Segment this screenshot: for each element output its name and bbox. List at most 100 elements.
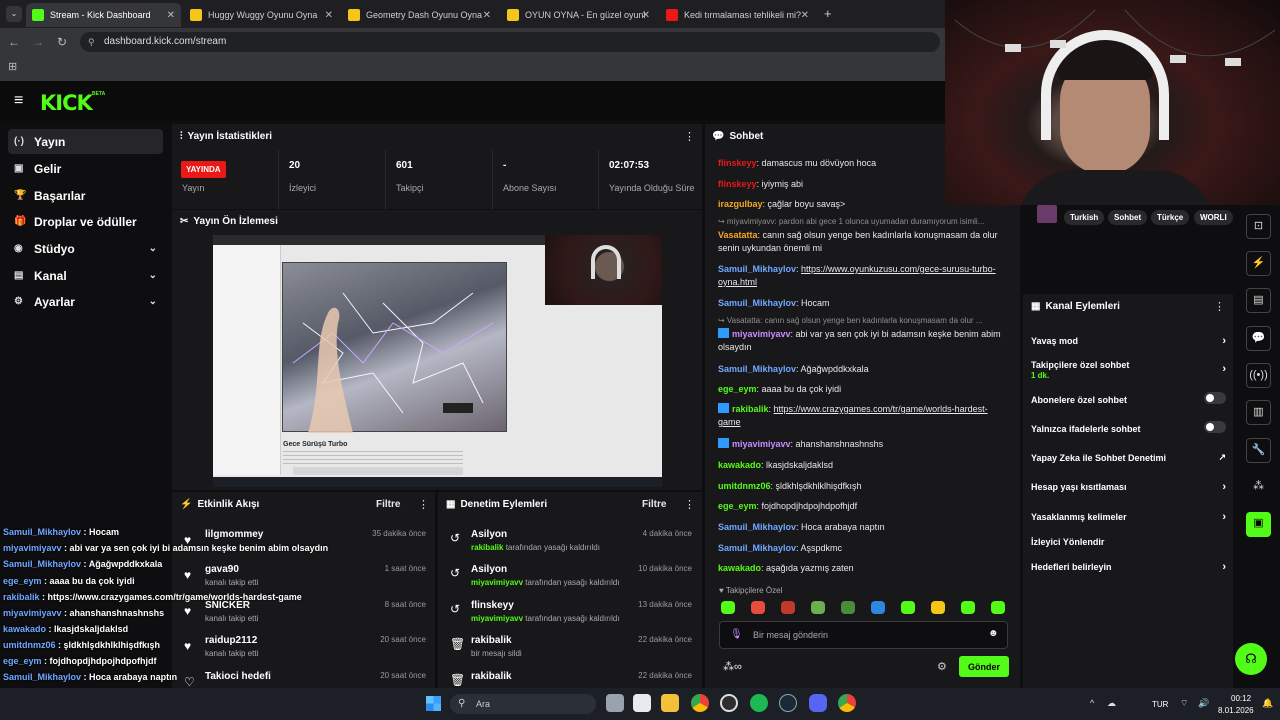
chat-username[interactable]: Samuil_Mikhaylov [718, 522, 796, 532]
channel-action-item[interactable]: Takipçilere özel sohbet 1 dk. › [1031, 360, 1226, 380]
channel-action-item[interactable]: İzleyici Yönlendir [1031, 537, 1226, 547]
emote-icon[interactable] [901, 601, 915, 614]
chat-username[interactable]: ege_eym [718, 501, 757, 511]
channel-action-item[interactable]: Hedefleri belirleyin › [1031, 561, 1226, 573]
channel-action-item[interactable]: Yapay Zeka ile Sohbet Denetimi ↗ [1031, 452, 1226, 463]
tab-close-icon[interactable]: ✕ [325, 10, 333, 21]
send-button[interactable]: Gönder [959, 656, 1009, 677]
activity-more-icon[interactable]: ⋮ [418, 498, 429, 511]
emote-icon[interactable] [751, 601, 765, 614]
emote-icon[interactable] [991, 601, 1005, 614]
tray-cloud-icon[interactable]: ☁ [1107, 698, 1116, 709]
forward-icon[interactable]: → [26, 35, 50, 49]
rail-stack-button[interactable]: ▥ [1246, 400, 1271, 425]
steam-icon[interactable] [779, 694, 797, 712]
tag-chip[interactable]: Türkçe [1151, 210, 1190, 225]
emote-icon[interactable] [841, 601, 855, 614]
chat-username[interactable]: ege_eym [718, 384, 757, 394]
tag-chip[interactable]: WORLI [1194, 210, 1233, 225]
rail-bolt-button[interactable]: ⚡ [1246, 251, 1271, 276]
channel-action-item[interactable]: Hesap yaşı kısıtlaması › [1031, 481, 1226, 493]
chevron-right-icon[interactable]: › [1222, 561, 1226, 573]
rail-wrench-button[interactable]: 🔧 [1246, 438, 1271, 463]
moderation-more-icon[interactable]: ⋮ [684, 498, 695, 511]
chat-username[interactable]: Samuil_Mikhaylov [718, 364, 796, 374]
chat-username[interactable]: miyavimiyavv [732, 439, 791, 449]
chrome-icon[interactable] [691, 694, 709, 712]
menu-icon[interactable]: ≡ [14, 92, 23, 110]
kick-logo[interactable]: KICK [40, 91, 93, 115]
xbox-icon[interactable] [720, 694, 738, 712]
browser-tab[interactable]: Stream - Kick Dashboard ✕ [26, 3, 181, 27]
stats-more-icon[interactable]: ⋮ [684, 130, 695, 143]
sidebar-item-studyo[interactable]: ◉ Stüdyo ⌄ [8, 236, 163, 261]
emote-icon[interactable] [721, 601, 735, 614]
browser-tab[interactable]: Kedi tırmalaması tehlikeli mi? Kı...✕ [660, 3, 815, 27]
chevron-down-icon[interactable]: ⌄ [149, 243, 157, 254]
tag-chip[interactable]: Sohbet [1108, 210, 1148, 225]
stream-preview-video[interactable]: Gece Sürüşü Turbo [213, 235, 662, 487]
chat-username[interactable]: flinskeyy [718, 158, 757, 168]
chat-input[interactable]: 🎙 Bir mesaj gönderin ☻ [719, 621, 1008, 649]
tab-close-icon[interactable]: ✕ [801, 10, 809, 21]
browser-tab[interactable]: OYUN OYNA - En güzel oyunlar ✕ [501, 3, 656, 27]
rail-game-button[interactable]: ▣ [1246, 512, 1271, 537]
mic-icon[interactable]: 🎙 [730, 629, 743, 640]
channel-actions-more-icon[interactable]: ⋮ [1214, 300, 1225, 313]
notification-bell-icon[interactable]: 🔔 [1262, 698, 1273, 709]
start-icon[interactable] [426, 696, 441, 711]
emote-icon[interactable] [811, 601, 825, 614]
toggle-switch[interactable] [1204, 392, 1226, 404]
tab-list-dropdown[interactable]: ⌄ [6, 6, 22, 22]
chat-username[interactable]: kawakado [718, 563, 761, 573]
chrome-active-icon[interactable] [838, 694, 856, 712]
rail-scan-button[interactable]: ⊡ [1246, 214, 1271, 239]
sidebar-item-ayarlar[interactable]: ⚙ Ayarlar ⌄ [8, 289, 163, 314]
emoji-icon[interactable]: ☻ [988, 628, 999, 639]
browser-tab[interactable]: Geometry Dash Oyunu Oyna ✕ [342, 3, 497, 27]
sidebar-item-yayin[interactable]: (·) Yayın [8, 129, 163, 154]
kick-points-icon[interactable]: ⁂∞ [723, 660, 742, 673]
chat-username[interactable]: Samuil_Mikhaylov [718, 543, 796, 553]
chat-settings-icon[interactable]: ⚙ [937, 660, 947, 673]
chat-username[interactable]: Samuil_Mikhaylov [718, 264, 796, 274]
site-info-icon[interactable]: ⚲ [88, 37, 95, 48]
emote-icon[interactable] [871, 601, 885, 614]
external-link-icon[interactable]: ↗ [1218, 452, 1226, 463]
chevron-down-icon[interactable]: ⌄ [149, 296, 157, 307]
volume-icon[interactable]: 🔊 [1198, 698, 1209, 709]
chevron-right-icon[interactable]: › [1222, 511, 1226, 523]
rail-dots-button[interactable]: ⁂ [1246, 475, 1271, 500]
sidebar-item-basarilar[interactable]: 🏆 Başarılar [8, 183, 163, 208]
sidebar-item-kanal[interactable]: ▤ Kanal ⌄ [8, 263, 163, 288]
browser-tab[interactable]: Huggy Wuggy Oyunu Oyna ✕ [184, 3, 339, 27]
channel-action-item[interactable]: Yasaklanmış kelimeler › [1031, 511, 1226, 523]
task-view-icon[interactable] [606, 694, 624, 712]
reload-icon[interactable]: ↻ [50, 35, 74, 49]
wifi-icon[interactable]: ⌔ [1180, 698, 1188, 709]
tab-close-icon[interactable]: ✕ [642, 10, 650, 21]
emote-icon[interactable] [931, 601, 945, 614]
file-explorer-icon[interactable] [661, 694, 679, 712]
sidebar-item-gelir[interactable]: ▣ Gelir [8, 156, 163, 181]
chat-username[interactable]: rakibalik [732, 404, 769, 414]
tab-close-icon[interactable]: ✕ [483, 10, 491, 21]
emote-icon[interactable] [781, 601, 795, 614]
emote-icon[interactable] [961, 601, 975, 614]
activity-filter-button[interactable]: Filtre [376, 499, 400, 510]
toggle-switch[interactable] [1204, 421, 1226, 433]
channel-action-item[interactable]: Yalnızca ifadelerle sohbet [1031, 421, 1226, 434]
chat-username[interactable]: kawakado [718, 460, 761, 470]
rail-doc-button[interactable]: ▤ [1246, 288, 1271, 313]
chevron-down-icon[interactable]: ⌄ [149, 270, 157, 281]
channel-action-item[interactable]: Abonelere özel sohbet [1031, 392, 1226, 405]
back-icon[interactable]: ← [2, 35, 26, 49]
chat-username[interactable]: Samuil_Mikhaylov [718, 298, 796, 308]
chevron-right-icon[interactable]: › [1222, 481, 1226, 493]
support-headset-button[interactable]: ☊ [1235, 643, 1267, 675]
taskbar-search[interactable]: ⚲ Ara [450, 694, 596, 714]
rail-broadcast-button[interactable]: ((•)) [1246, 363, 1271, 388]
chat-username[interactable]: Vasatatta [718, 230, 758, 240]
moderation-filter-button[interactable]: Filtre [642, 499, 666, 510]
url-field[interactable]: dashboard.kick.com/stream [80, 32, 940, 52]
